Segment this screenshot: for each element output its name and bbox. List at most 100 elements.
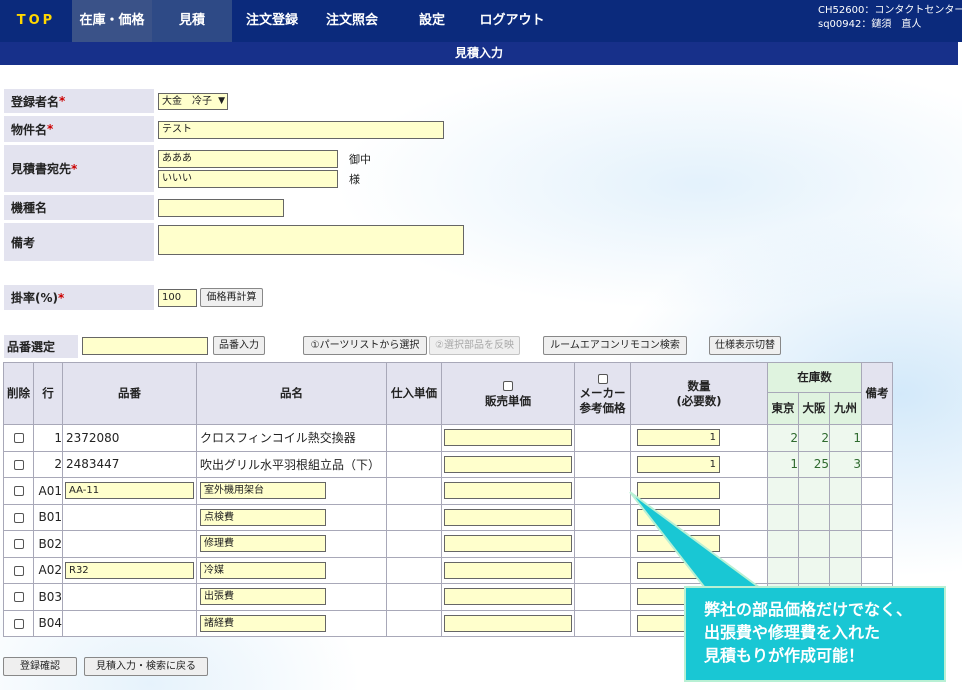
row-delete-checkbox[interactable] xyxy=(13,459,24,470)
required-mark: * xyxy=(59,94,66,108)
purchase-price-cell xyxy=(386,556,442,584)
remarks-textarea[interactable] xyxy=(158,225,464,255)
rate-label: 掛率(%) * xyxy=(4,285,154,310)
project-input[interactable]: テスト xyxy=(158,121,444,139)
stock-kyushu xyxy=(829,477,862,505)
sale-price-input[interactable] xyxy=(444,429,572,447)
quantity-input[interactable] xyxy=(637,535,720,553)
maker-price-header-checkbox[interactable] xyxy=(597,373,608,384)
part-no: 2483447 xyxy=(62,450,197,478)
purchase-price-cell xyxy=(386,477,442,505)
row-delete-cell xyxy=(3,609,34,637)
sale-price-input[interactable] xyxy=(444,614,572,632)
back-to-estimate-search-button[interactable]: 見積入力・検索に戻る xyxy=(84,657,208,676)
stock-tokyo: 1 xyxy=(767,450,799,478)
sale-price-input[interactable] xyxy=(444,482,572,500)
part-no-empty xyxy=(62,609,197,637)
callout-line-2: 出張費や修理費を入れた xyxy=(704,623,881,642)
nav-stock-price[interactable]: 在庫・価格 xyxy=(72,0,152,42)
part-select-input[interactable] xyxy=(82,337,208,355)
sale-price-input[interactable] xyxy=(444,455,572,473)
row-delete-checkbox[interactable] xyxy=(13,565,24,576)
row-number: B01 xyxy=(33,503,63,531)
recipient-company-input[interactable]: あああ xyxy=(158,150,338,168)
part-name-input[interactable]: 修理費 xyxy=(200,535,326,553)
col-stock-kyushu: 九州 xyxy=(829,392,862,425)
note-cell xyxy=(861,556,893,584)
table-row: A01 AA-11 室外機用架台 xyxy=(3,477,893,505)
part-no-input[interactable]: R32 xyxy=(65,561,194,579)
quantity-input[interactable] xyxy=(637,561,720,579)
col-quantity: 数量 (必要数) xyxy=(630,362,768,425)
model-label: 機種名 xyxy=(4,195,154,220)
part-no-input[interactable]: AA-11 xyxy=(65,482,194,500)
part-name-input[interactable]: 室外機用架台 xyxy=(200,482,326,500)
model-input[interactable] xyxy=(158,199,284,217)
part-name-input[interactable]: 出張費 xyxy=(200,588,326,606)
part-name-input[interactable]: 諸経費 xyxy=(200,614,326,632)
required-mark: * xyxy=(58,290,65,305)
stock-kyushu: 1 xyxy=(829,424,862,452)
top-nav: TOP 在庫・価格 見積 注文登録 注文照会 設定 ログアウト CH52600：… xyxy=(0,0,962,42)
recipient-suffix-person: 様 xyxy=(349,173,360,186)
nav-estimate[interactable]: 見積 xyxy=(152,0,232,42)
row-delete-cell xyxy=(3,424,34,452)
recalc-button[interactable]: 価格再計算 xyxy=(200,288,263,307)
spec-toggle-button[interactable]: 仕様表示切替 xyxy=(709,336,781,355)
part-entry-button[interactable]: 品番入力 xyxy=(213,336,265,355)
row-delete-checkbox[interactable] xyxy=(13,486,24,497)
row-delete-checkbox[interactable] xyxy=(13,512,24,523)
nav-order-entry[interactable]: 注文登録 xyxy=(232,0,312,42)
recipient-label: 見積書宛先 * xyxy=(4,145,154,192)
part-select-label: 品番選定 xyxy=(4,335,78,358)
quantity-input[interactable] xyxy=(637,508,720,526)
part-name-input[interactable]: 冷媒 xyxy=(200,561,326,579)
nav-logout[interactable]: ログアウト xyxy=(472,0,552,42)
col-stock: 在庫数 xyxy=(767,362,862,393)
stock-tokyo xyxy=(767,556,799,584)
maker-price-cell xyxy=(574,450,631,478)
confirm-registration-button[interactable]: 登録確認 xyxy=(3,657,77,676)
sale-price-input[interactable] xyxy=(444,508,572,526)
stock-tokyo xyxy=(767,503,799,531)
part-name: 吹出グリル水平羽根組立品（下） xyxy=(196,450,387,478)
registrant-label: 登録者名 * xyxy=(4,89,154,113)
rate-input[interactable]: 100 xyxy=(158,289,197,307)
sale-price-input[interactable] xyxy=(444,535,572,553)
row-delete-checkbox[interactable] xyxy=(13,539,24,550)
table-row: A02 R32 冷媒 xyxy=(3,556,893,584)
quantity-input[interactable]: 1 xyxy=(637,455,720,473)
parts-list-button[interactable]: ①パーツリストから選択 xyxy=(303,336,427,355)
nav-top-logo[interactable]: TOP xyxy=(0,0,72,42)
sale-price-input[interactable] xyxy=(444,561,572,579)
page-title: 見積入力 xyxy=(0,42,958,65)
row-number: A02 xyxy=(33,556,63,584)
col-stock-osaka: 大阪 xyxy=(798,392,830,425)
quantity-input[interactable] xyxy=(637,482,720,500)
part-name-input[interactable]: 点検費 xyxy=(200,508,326,526)
part-no-empty xyxy=(62,503,197,531)
sale-price-input[interactable] xyxy=(444,588,572,606)
feature-callout: 弊社の部品価格だけでなく、 出張費や修理費を入れた 見積もりが作成可能！ xyxy=(684,586,946,682)
reflect-selected-button[interactable]: ②選択部品を反映 xyxy=(429,336,520,355)
maker-price-cell xyxy=(574,424,631,452)
row-delete-checkbox[interactable] xyxy=(13,592,24,603)
purchase-price-cell xyxy=(386,503,442,531)
quantity-input[interactable]: 1 xyxy=(637,429,720,447)
registrant-select[interactable]: 大金 冷子 ▼ xyxy=(158,93,228,110)
table-row: 1 2372080 クロスフィンコイル熱交換器 1 2 2 1 xyxy=(3,424,893,452)
col-part-no: 品番 xyxy=(62,362,197,425)
note-cell xyxy=(861,530,893,558)
col-maker-price: メーカー 参考価格 xyxy=(574,362,631,425)
chevron-down-icon: ▼ xyxy=(218,96,225,106)
row-delete-cell xyxy=(3,477,34,505)
nav-order-inquiry[interactable]: 注文照会 xyxy=(312,0,392,42)
row-delete-checkbox[interactable] xyxy=(13,618,24,629)
remote-search-button[interactable]: ルームエアコンリモコン検索 xyxy=(543,336,687,355)
row-delete-checkbox[interactable] xyxy=(13,433,24,444)
sale-price-header-checkbox[interactable] xyxy=(503,381,513,391)
row-delete-cell xyxy=(3,450,34,478)
part-no-empty xyxy=(62,530,197,558)
recipient-person-input[interactable]: いいい xyxy=(158,170,338,188)
nav-settings[interactable]: 設定 xyxy=(392,0,472,42)
